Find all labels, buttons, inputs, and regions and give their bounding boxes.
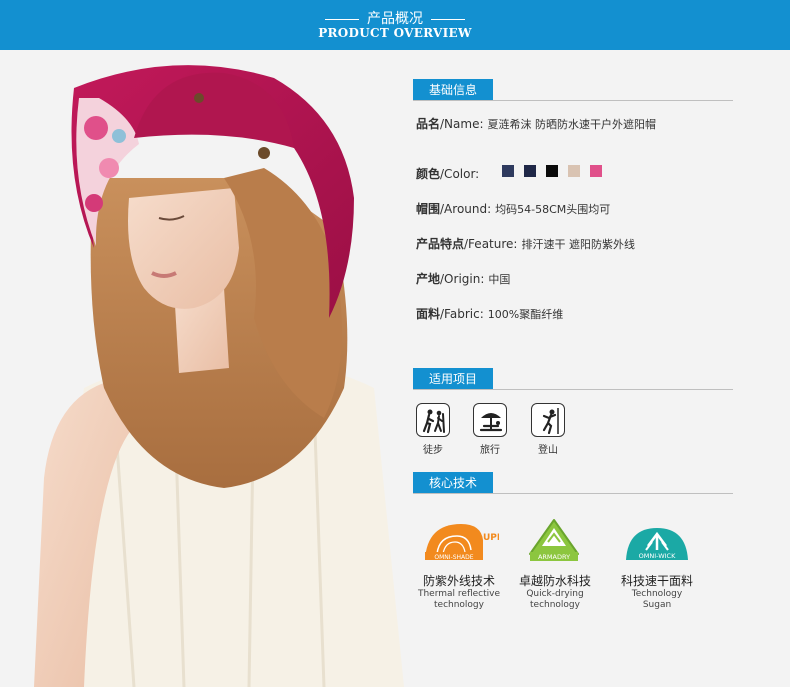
tech-sub1-waterproof: Quick-drying: [526, 589, 584, 599]
armadry-badge-text: ARMADRY: [538, 553, 570, 561]
info-label-color: 颜色: [416, 167, 441, 181]
tech-sub1-uv: Thermal reflective: [417, 589, 500, 599]
tech-title-quickdry: 科技速干面料: [620, 574, 693, 588]
travel-icon: [473, 403, 507, 437]
info-label-en-color: /Color:: [440, 167, 480, 181]
omni-wick-badge-text: OMNI-WICK: [639, 552, 676, 560]
info-label-en-feature: /Feature:: [464, 237, 518, 251]
color-swatch-dark-navy[interactable]: [524, 165, 537, 177]
climbing-icon: [531, 403, 565, 437]
product-photo: [34, 65, 404, 687]
usage-label-climbing: 登山: [538, 445, 558, 456]
info-label-en-name: /Name:: [440, 117, 484, 131]
omni-shade-icon: OMNI-SHADE UPF50: [425, 524, 499, 561]
section-divider-basic: [413, 100, 733, 101]
info-row-origin: 产地/Origin: 中国: [416, 270, 510, 287]
info-label-origin: 产地: [416, 272, 441, 286]
header-title-cn-wrap: 产品概况: [0, 8, 790, 28]
section-divider-usage: [413, 389, 733, 390]
header-dash-left: [325, 18, 359, 20]
header-banner: 产品概况 PRODUCT OVERVIEW: [0, 0, 790, 50]
info-value-fabric: 100%聚酯纤维: [487, 308, 564, 321]
header-title-en: PRODUCT OVERVIEW: [318, 26, 472, 40]
info-row-color: 颜色/Color:: [416, 165, 479, 182]
info-row-around: 帽围/Around: 均码54-58CM头围均可: [416, 200, 610, 217]
upf-badge-text: UPF50: [483, 533, 499, 543]
info-label-feature: 产品特点: [416, 237, 465, 251]
color-swatch-pink[interactable]: [590, 165, 603, 177]
omni-wick-icon: OMNI-WICK: [626, 528, 688, 560]
color-swatch-black[interactable]: [546, 165, 559, 177]
section-title-usage: 适用项目: [413, 368, 494, 390]
usage-label-hiking: 徒步: [423, 445, 443, 456]
info-label-around: 帽围: [416, 202, 441, 216]
color-swatch-beige[interactable]: [568, 165, 581, 177]
color-swatches: [502, 165, 607, 177]
tech-sub2-waterproof: technology: [530, 600, 580, 610]
section-divider-tech: [413, 493, 733, 494]
info-row-name: 品名/Name: 夏涟希沫 防晒防水速干户外遮阳帽: [416, 115, 656, 132]
info-row-feature: 产品特点/Feature: 排汗速干 遮阳防紫外线: [416, 235, 635, 252]
info-value-origin: 中国: [488, 273, 511, 286]
tech-sub2-uv: technology: [434, 600, 484, 610]
armadry-icon: ARMADRY: [529, 519, 579, 561]
info-label-en-around: /Around:: [440, 202, 492, 216]
info-row-fabric: 面料/Fabric: 100%聚酯纤维: [416, 305, 563, 322]
color-swatch-navy[interactable]: [502, 165, 514, 177]
tech-sub1-quickdry: Technology: [631, 589, 683, 599]
info-label-en-origin: /Origin:: [440, 272, 485, 286]
info-value-around: 均码54-58CM头围均可: [495, 203, 611, 216]
tech-title-uv: 防紫外线技术: [422, 574, 495, 588]
info-value-feature: 排汗速干 遮阳防紫外线: [521, 238, 635, 251]
section-title-tech: 核心技术: [413, 472, 494, 494]
section-title-basic-info: 基础信息: [413, 79, 494, 101]
tech-title-waterproof: 卓越防水科技: [518, 574, 591, 588]
info-label-en-fabric: /Fabric:: [440, 307, 484, 321]
tech-sub2-quickdry: Sugan: [642, 600, 672, 610]
hiking-icon: [416, 403, 450, 437]
info-value-name: 夏涟希沫 防晒防水速干户外遮阳帽: [487, 118, 657, 131]
info-label-fabric: 面料: [416, 307, 441, 321]
header-dash-right: [431, 18, 465, 20]
header-title-cn: 产品概况: [367, 11, 423, 27]
info-label-name: 品名: [416, 117, 441, 131]
omni-shade-badge-text: OMNI-SHADE: [434, 554, 473, 561]
usage-label-travel: 旅行: [480, 445, 500, 456]
